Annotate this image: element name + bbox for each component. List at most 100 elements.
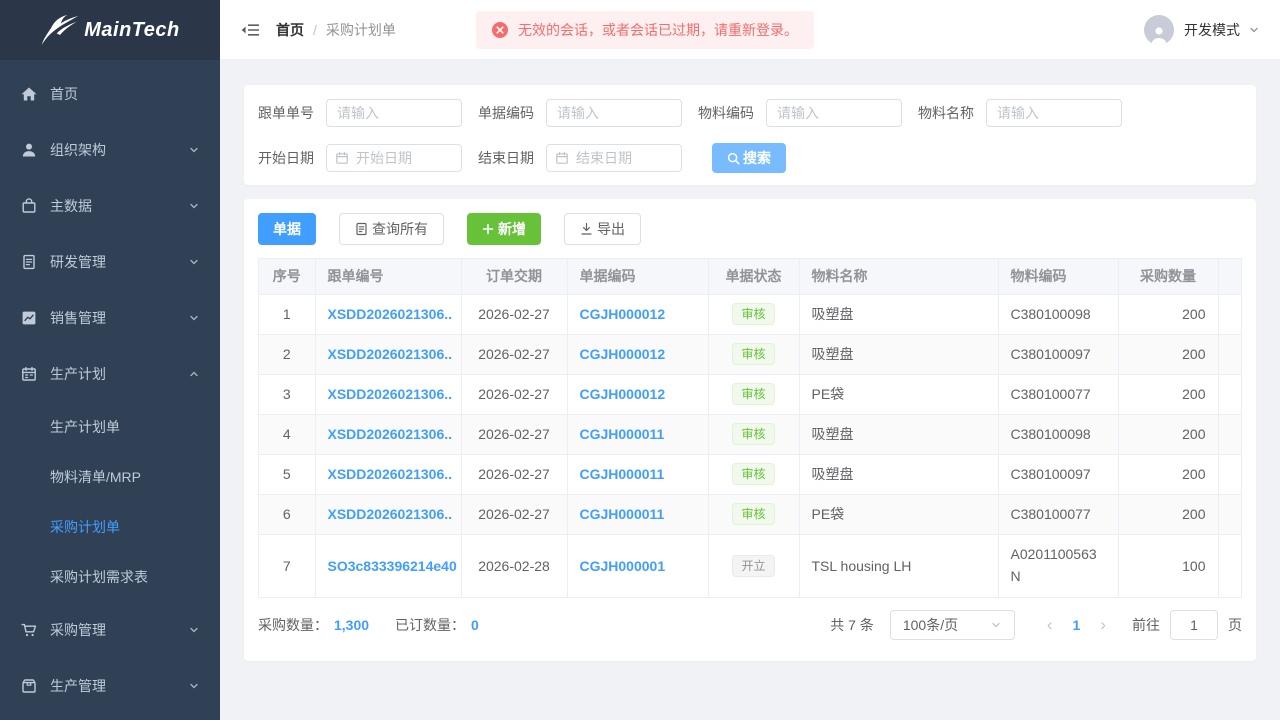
app-root: MainTech 首页 组织架构 — [0, 0, 1280, 720]
filter-material-code: 物料编码 — [698, 99, 902, 127]
col-extra — [1218, 259, 1242, 294]
ordered-qty-stat: 已订数量：0 — [395, 615, 479, 635]
cell-seq: 3 — [259, 374, 315, 414]
col-seq: 序号 — [259, 259, 315, 294]
chevron-down-icon — [188, 144, 200, 156]
order-no-link[interactable]: XSDD2026021306.. — [328, 346, 453, 362]
current-page[interactable]: 1 — [1063, 617, 1091, 633]
breadcrumb-separator: / — [313, 22, 317, 38]
doc-no-link[interactable]: CGJH000011 — [580, 506, 665, 522]
chart-icon — [20, 309, 38, 327]
sidebar-item-label: 生产管理 — [50, 676, 188, 696]
table-header-row: 序号 跟单编号 订单交期 单据编码 单据状态 物料名称 物料编码 采购数量 — [259, 259, 1242, 294]
filter-label: 单据编码 — [478, 103, 534, 123]
col-order-no: 跟单编号 — [315, 259, 461, 294]
doc-no-link[interactable]: CGJH000012 — [580, 306, 666, 322]
sidebar-subitem-bom-mrp[interactable]: 物料清单/MRP — [0, 452, 220, 502]
start-date-picker[interactable]: 开始日期 — [326, 144, 462, 172]
sidebar-item-label: 生产计划 — [50, 364, 188, 384]
sidebar-subitem-label: 采购计划单 — [50, 517, 120, 537]
sidebar-item-purchase-mgmt[interactable]: 采购管理 — [0, 602, 220, 658]
order-no-link[interactable]: SO3c833396214e40 — [328, 558, 457, 574]
search-button[interactable]: 搜索 — [712, 143, 786, 173]
export-button[interactable]: 导出 — [564, 213, 641, 245]
status-badge: 开立 — [732, 555, 774, 577]
cell-qty: 200 — [1118, 294, 1218, 334]
add-button[interactable]: 新增 — [467, 213, 541, 245]
page-number-input[interactable] — [1170, 610, 1218, 640]
cell-qty: 200 — [1118, 414, 1218, 454]
sidebar-item-org[interactable]: 组织架构 — [0, 122, 220, 178]
goto-label: 前往 — [1132, 615, 1160, 635]
date-placeholder: 开始日期 — [356, 148, 412, 168]
sidebar-subitem-purchase-plan-order[interactable]: 采购计划单 — [0, 502, 220, 552]
filter-doc-code: 单据编码 — [478, 99, 682, 127]
brand-name: MainTech — [84, 19, 180, 42]
cell-delivery: 2026-02-27 — [461, 454, 567, 494]
cell-qty: 200 — [1118, 334, 1218, 374]
total-count: 共 7 条 — [830, 615, 874, 635]
sidebar-item-production-mgmt[interactable]: 生产管理 — [0, 658, 220, 714]
cell-seq: 2 — [259, 334, 315, 374]
sidebar-item-label: 研发管理 — [50, 252, 188, 272]
order-no-link[interactable]: XSDD2026021306.. — [328, 466, 453, 482]
filter-label: 跟单单号 — [258, 103, 314, 123]
doc-no-link[interactable]: CGJH000001 — [580, 558, 666, 574]
cell-code: C380100098 — [998, 294, 1118, 334]
status-badge: 审核 — [732, 463, 774, 485]
breadcrumb-home[interactable]: 首页 — [276, 20, 304, 40]
order-no-link[interactable]: XSDD2026021306.. — [328, 306, 453, 322]
material-name-input[interactable] — [986, 99, 1122, 127]
cell-code: A0201100563N — [998, 534, 1118, 597]
col-status: 单据状态 — [708, 259, 799, 294]
doc-no-link[interactable]: CGJH000011 — [580, 466, 665, 482]
cell-code: C380100077 — [998, 494, 1118, 534]
calendar-icon — [335, 151, 349, 165]
sidebar-item-sales[interactable]: 销售管理 — [0, 290, 220, 346]
sidebar-item-home[interactable]: 首页 — [0, 66, 220, 122]
doc-no-link[interactable]: CGJH000012 — [580, 346, 666, 362]
doc-button[interactable]: 单据 — [258, 213, 316, 245]
cell-material: 吸塑盘 — [799, 334, 998, 374]
prev-page-button[interactable]: ‹ — [1037, 615, 1063, 635]
cell-delivery: 2026-02-28 — [461, 534, 567, 597]
cell-delivery: 2026-02-27 — [461, 294, 567, 334]
sidebar-item-production-plan[interactable]: 生产计划 — [0, 346, 220, 402]
pagination: 共 7 条 100条/页 ‹ 1 › 前往 页 — [830, 610, 1242, 640]
brand-bird-icon — [40, 13, 80, 47]
sidebar-item-rnd[interactable]: 研发管理 — [0, 234, 220, 290]
order-no-input[interactable] — [326, 99, 462, 127]
doc-no-link[interactable]: CGJH000012 — [580, 386, 666, 402]
next-page-button[interactable]: › — [1090, 615, 1116, 635]
sidebar-subitem-production-plan-order[interactable]: 生产计划单 — [0, 402, 220, 452]
end-date-picker[interactable]: 结束日期 — [546, 144, 682, 172]
cell-material: 吸塑盘 — [799, 454, 998, 494]
filter-end-date: 结束日期 结束日期 — [478, 144, 682, 172]
query-all-button[interactable]: 查询所有 — [339, 213, 444, 245]
sidebar-item-label: 主数据 — [50, 196, 188, 216]
home-icon — [20, 85, 38, 103]
status-badge: 审核 — [732, 343, 774, 365]
cell-material: TSL housing LH — [799, 534, 998, 597]
material-code-input[interactable] — [766, 99, 902, 127]
stat-label: 采购数量： — [258, 617, 328, 633]
page-size-select[interactable]: 100条/页 — [890, 610, 1015, 640]
chevron-down-icon — [188, 312, 200, 324]
cell-seq: 6 — [259, 494, 315, 534]
stat-label: 已订数量： — [395, 617, 465, 633]
sidebar-item-master-data[interactable]: 主数据 — [0, 178, 220, 234]
calendar-icon — [20, 365, 38, 383]
user-menu[interactable]: 开发模式 — [1144, 15, 1260, 45]
sidebar-subitem-purchase-plan-demand[interactable]: 采购计划需求表 — [0, 552, 220, 602]
stat-value: 1,300 — [334, 617, 369, 633]
order-no-link[interactable]: XSDD2026021306.. — [328, 386, 453, 402]
doc-code-input[interactable] — [546, 99, 682, 127]
order-no-link[interactable]: XSDD2026021306.. — [328, 506, 453, 522]
order-no-link[interactable]: XSDD2026021306.. — [328, 426, 453, 442]
page-content: 跟单单号 单据编码 物料编码 物料名称 — [220, 60, 1280, 720]
doc-no-link[interactable]: CGJH000011 — [580, 426, 665, 442]
cart-icon — [20, 621, 38, 639]
status-badge: 审核 — [732, 423, 774, 445]
sidebar-fold-icon[interactable] — [240, 21, 260, 39]
search-icon — [727, 152, 740, 165]
